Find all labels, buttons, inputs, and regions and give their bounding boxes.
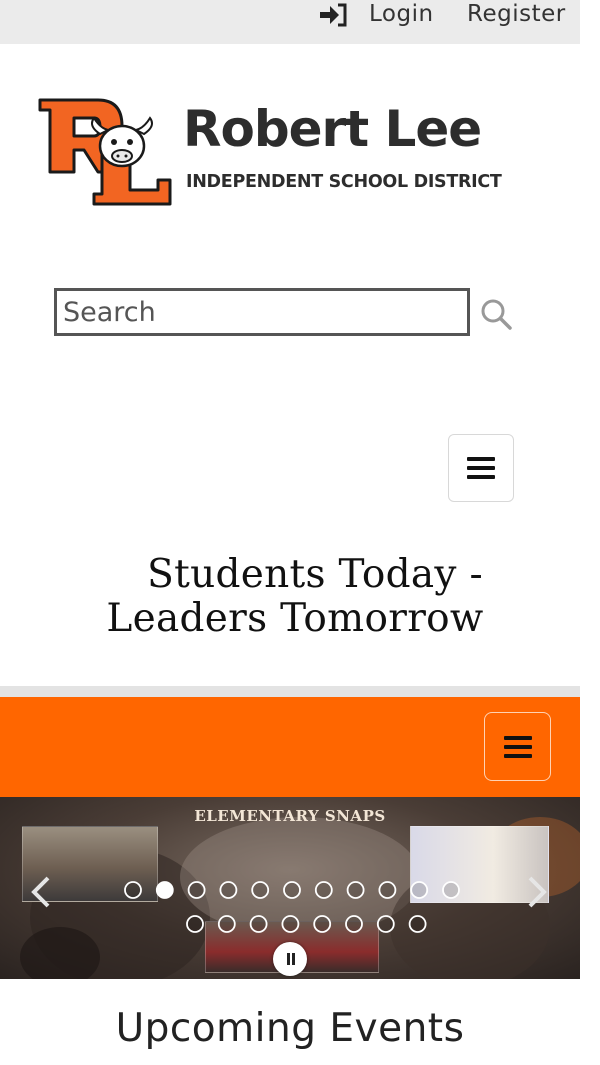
slide-dot-active[interactable] [155, 881, 174, 899]
slide-dot[interactable] [281, 915, 300, 933]
slide-dot[interactable] [251, 881, 270, 899]
slide-dot[interactable] [187, 881, 206, 899]
main-menu-button[interactable] [448, 434, 514, 502]
slide-dot[interactable] [283, 881, 301, 899]
tagline-line-2: Leaders Tomorrow [106, 596, 484, 641]
slide-dot[interactable] [314, 881, 333, 899]
register-link[interactable]: Register [467, 1, 566, 27]
slide-dot[interactable] [442, 881, 460, 899]
slide-dot[interactable] [219, 881, 238, 899]
district-name: Robert Lee [183, 100, 482, 158]
hamburger-menu-icon [467, 457, 495, 479]
search-icon[interactable] [479, 297, 513, 331]
divider [0, 686, 580, 697]
tagline-line-1: Students Today - [147, 552, 483, 597]
photo-slideshow[interactable]: ELEMENTARY SNAPS [0, 797, 580, 979]
slide-dot[interactable] [313, 915, 332, 933]
slide-dot[interactable] [376, 915, 395, 933]
school-logo[interactable] [38, 96, 178, 208]
district-subtitle: INDEPENDENT SCHOOL DISTRICT [186, 172, 502, 192]
slide-dot[interactable] [346, 881, 365, 899]
pause-button[interactable] [273, 942, 307, 976]
slide-dot[interactable] [124, 881, 142, 899]
utility-bar: Login Register [0, 0, 580, 44]
search-input[interactable] [54, 288, 470, 336]
slide-dot[interactable] [217, 915, 236, 933]
slide-dot[interactable] [410, 881, 429, 899]
slide-dot[interactable] [345, 915, 363, 933]
slide-dot[interactable] [378, 881, 397, 899]
events-heading: Upcoming Events [115, 1006, 465, 1051]
hamburger-menu-icon [503, 735, 532, 758]
pause-icon [287, 953, 290, 965]
school-tagline: Students Today - Leaders Tomorrow [0, 553, 590, 641]
pause-icon [292, 953, 295, 965]
login-link[interactable]: Login [369, 1, 434, 27]
secondary-menu-button[interactable] [484, 712, 551, 781]
slide-dot[interactable] [408, 915, 427, 933]
slide-dot[interactable] [186, 915, 204, 933]
slide-dot[interactable] [249, 915, 268, 933]
sign-in-icon[interactable] [318, 3, 348, 27]
